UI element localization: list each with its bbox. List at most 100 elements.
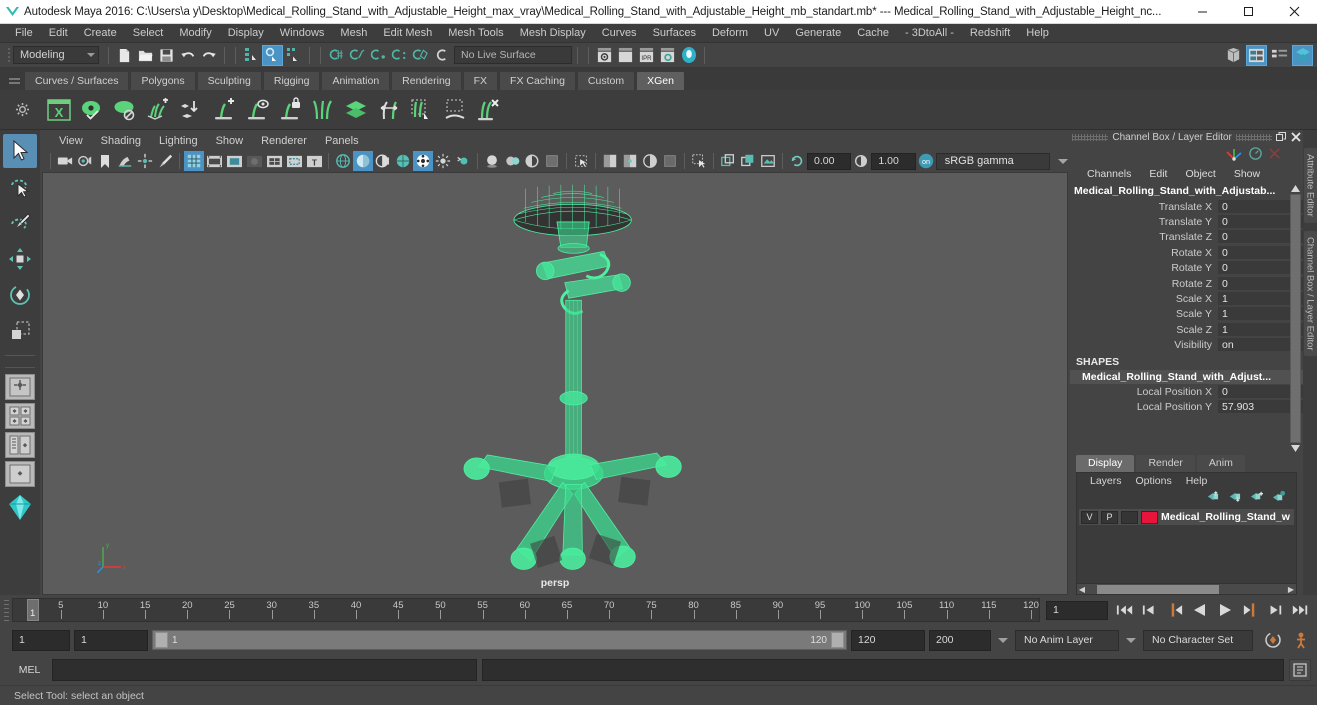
auto-keyframe-icon[interactable] — [1261, 629, 1285, 651]
wireframe-on-shaded-icon[interactable] — [393, 151, 413, 171]
menu-select[interactable]: Select — [125, 24, 172, 43]
xray-icon[interactable] — [600, 151, 620, 171]
grid-icon[interactable] — [184, 151, 204, 171]
viewport-menu-view[interactable]: View — [50, 132, 92, 150]
color-management-icon[interactable]: on — [916, 151, 936, 171]
xgen-guide-display-icon[interactable] — [240, 93, 273, 127]
edit-menu[interactable]: Edit — [1140, 166, 1176, 183]
delete-key-icon[interactable] — [1268, 147, 1281, 163]
menu-3dtoall[interactable]: - 3DtoAll - — [897, 24, 962, 43]
range-end-field[interactable]: 120 — [851, 629, 925, 651]
menu-edit[interactable]: Edit — [41, 24, 76, 43]
persp-graph-layout-button[interactable] — [5, 461, 35, 487]
use-all-lights-icon[interactable] — [453, 151, 473, 171]
color-management-dropdown[interactable]: sRGB gamma — [935, 152, 1050, 170]
lock-camera-icon[interactable] — [75, 151, 95, 171]
hypershade-icon[interactable] — [678, 45, 699, 66]
menu-edit-mesh[interactable]: Edit Mesh — [375, 24, 440, 43]
time-slider[interactable]: 1 5 10 15 20 25 30 35 40 45 50 55 60 65 70 75 80 85 90 95 1… — [12, 598, 1040, 622]
channel-row-visibility[interactable]: Visibility on — [1070, 338, 1303, 353]
statusbar-grip[interactable] — [4, 45, 13, 65]
maximize-button[interactable] — [1225, 0, 1271, 24]
select-tool-button[interactable] — [3, 134, 37, 168]
show-menu[interactable]: Show — [1225, 166, 1269, 183]
shelf-tab-rendering[interactable]: Rendering — [391, 71, 462, 90]
channel-row-rotate-z[interactable]: Rotate Z 0 — [1070, 276, 1303, 291]
speedometer-icon[interactable] — [1248, 146, 1263, 164]
smooth-shade-all-icon[interactable] — [353, 151, 373, 171]
shelf-tab-custom[interactable]: Custom — [576, 71, 636, 90]
menu-create[interactable]: Create — [76, 24, 125, 43]
shape-node-name[interactable]: Medical_Rolling_Stand_with_Adjust... — [1070, 369, 1303, 384]
shelf-tab-fx-caching[interactable]: FX Caching — [499, 71, 576, 90]
range-left-handle[interactable] — [155, 632, 168, 648]
menu-display[interactable]: Display — [220, 24, 272, 43]
shelf-tab-animation[interactable]: Animation — [321, 71, 391, 90]
shelf-tab-curves-surfaces[interactable]: Curves / Surfaces — [24, 71, 130, 90]
shelf-tab-rigging[interactable]: Rigging — [262, 71, 321, 90]
tab-anim[interactable]: Anim — [1196, 455, 1245, 472]
current-frame-field[interactable]: 1 — [1046, 600, 1108, 620]
snap-to-projected-center-icon[interactable] — [389, 45, 410, 66]
anim-layer-dropdown[interactable]: No Anim Layer — [1015, 629, 1119, 651]
open-scene-icon[interactable] — [135, 45, 156, 66]
four-view-layout-button[interactable] — [5, 403, 35, 429]
gamma-field[interactable]: 1.00 — [871, 152, 916, 170]
step-forward-keyframe-icon[interactable] — [1264, 599, 1286, 621]
resolution-gate-icon[interactable] — [224, 151, 244, 171]
menu-curves[interactable]: Curves — [594, 24, 645, 43]
chevron-down-icon[interactable] — [998, 637, 1008, 643]
go-to-end-icon[interactable] — [1289, 599, 1311, 621]
menu-modify[interactable]: Modify — [171, 24, 219, 43]
render-current-frame-icon[interactable] — [594, 45, 615, 66]
channel-row-rotate-x[interactable]: Rotate X 0 — [1070, 245, 1303, 260]
shelf-tab-fx[interactable]: FX — [462, 71, 499, 90]
menu-mesh-display[interactable]: Mesh Display — [512, 24, 594, 43]
layer-type-toggle[interactable] — [1121, 510, 1138, 524]
ipr-render-icon[interactable]: IPR — [636, 45, 657, 66]
select-by-object-icon[interactable] — [262, 44, 283, 66]
tab-channel-box[interactable]: Channel Box / Layer Editor — [1303, 230, 1317, 357]
minimize-button[interactable] — [1179, 0, 1225, 24]
scrollbar-thumb[interactable] — [1097, 584, 1219, 594]
tab-display[interactable]: Display — [1076, 455, 1135, 472]
save-scene-icon[interactable] — [156, 45, 177, 66]
paint-select-tool-button[interactable] — [3, 206, 37, 240]
time-slider-playhead[interactable]: 1 — [27, 599, 39, 621]
attribute-editor-icon[interactable] — [1246, 44, 1267, 66]
time-slider-grip[interactable] — [0, 595, 12, 625]
undock-icon[interactable] — [1276, 131, 1287, 143]
bookmark-icon[interactable] — [95, 151, 115, 171]
film-origin-icon[interactable] — [264, 151, 284, 171]
menu-mesh-tools[interactable]: Mesh Tools — [440, 24, 511, 43]
use-default-light-icon[interactable] — [433, 151, 453, 171]
xgen-layers-icon[interactable] — [339, 93, 372, 127]
select-by-component-icon[interactable] — [283, 45, 304, 66]
viewport-menu-show[interactable]: Show — [207, 132, 253, 150]
xgen-disable-preview-icon[interactable] — [108, 93, 141, 127]
safe-title-icon[interactable]: T — [304, 151, 324, 171]
play-forwards-icon[interactable] — [1214, 599, 1236, 621]
xgen-place-icon[interactable] — [174, 93, 207, 127]
step-back-frame-icon[interactable] — [1164, 599, 1186, 621]
two-d-pan-zoom-icon[interactable] — [135, 151, 155, 171]
layer-color-swatch[interactable] — [1141, 510, 1158, 524]
scroll-down-arrow-icon[interactable] — [1290, 443, 1301, 454]
menuset-dropdown[interactable]: Modeling — [13, 46, 99, 64]
oil-paint-icon[interactable] — [155, 151, 175, 171]
render-sequence-icon[interactable] — [615, 45, 636, 66]
multisample-icon[interactable] — [542, 151, 562, 171]
menu-uv[interactable]: UV — [756, 24, 787, 43]
layer-row[interactable]: V P Medical_Rolling_Stand_w — [1079, 509, 1294, 525]
scroll-left-arrow-icon[interactable]: ◀ — [1077, 585, 1087, 594]
range-start-field[interactable]: 1 — [74, 629, 148, 651]
lasso-select-tool-button[interactable] — [3, 170, 37, 204]
snap-to-view-plane-icon[interactable] — [410, 45, 431, 66]
new-scene-icon[interactable] — [114, 45, 135, 66]
menu-windows[interactable]: Windows — [272, 24, 333, 43]
tab-render[interactable]: Render — [1136, 455, 1195, 472]
menu-file[interactable]: File — [7, 24, 41, 43]
xgen-delete-guides-icon[interactable] — [471, 93, 504, 127]
shadows-icon[interactable] — [482, 151, 502, 171]
texture-icon[interactable] — [413, 151, 433, 171]
